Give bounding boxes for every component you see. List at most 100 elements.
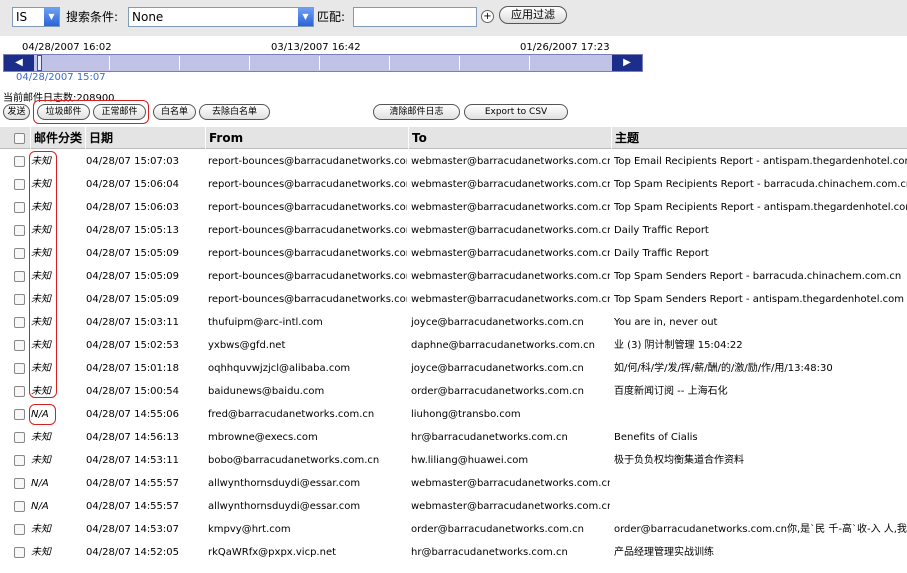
table-row[interactable]: 未知 04/28/07 15:05:13 report-bounces@barrac…	[0, 219, 907, 242]
row-to: joyce@barracudanetworks.com.cn	[411, 363, 584, 374]
row-to: hr@barracudanetworks.com.cn	[411, 547, 568, 558]
match-input[interactable]	[353, 7, 477, 27]
column-to[interactable]: To	[408, 127, 611, 149]
row-checkbox[interactable]	[14, 455, 25, 466]
row-category: 未知	[31, 179, 51, 190]
timeline-start-date: 04/28/2007 16:02	[22, 42, 112, 53]
table-row[interactable]: 未知 04/28/07 14:53:11 bobo@barracudanetwork…	[0, 449, 907, 472]
table-row[interactable]: 未知 04/28/07 15:05:09 report-bounces@barrac…	[0, 242, 907, 265]
row-from: kmpvy@hrt.com	[208, 524, 291, 535]
row-date: 04/28/07 15:07:03	[86, 156, 180, 167]
timeline-right-arrow-icon[interactable]: ▶	[612, 55, 642, 71]
row-subject: Top Spam Recipients Report - antispam.th…	[614, 202, 907, 213]
table-row[interactable]: 未知 04/28/07 15:05:09 report-bounces@barrac…	[0, 265, 907, 288]
row-checkbox[interactable]	[14, 225, 25, 236]
table-row[interactable]: 未知 04/28/07 15:02:53 yxbws@gfd.net daphne@b…	[0, 334, 907, 357]
row-checkbox[interactable]	[14, 156, 25, 167]
table-row[interactable]: 未知 04/28/07 14:52:05 rkQaWRfx@pxpx.vicp.ne…	[0, 541, 907, 564]
row-from: thufuipm@arc-intl.com	[208, 317, 323, 328]
table-row[interactable]: N/A 04/28/07 14:55:06 fred@barracudanetwor…	[0, 403, 907, 426]
timeline-left-arrow-icon[interactable]: ◀	[4, 55, 34, 71]
row-checkbox[interactable]	[14, 179, 25, 190]
row-checkbox[interactable]	[14, 409, 25, 420]
row-checkbox[interactable]	[14, 340, 25, 351]
row-subject: 如/何/科/学/发/挥/薪/酬/的/激/励/作/用/13:48:30	[614, 363, 833, 374]
row-checkbox[interactable]	[14, 202, 25, 213]
table-row[interactable]: 未知 04/28/07 14:56:13 mbrowne@execs.com hr@b…	[0, 426, 907, 449]
row-subject: Top Email Recipients Report - antispam.t…	[614, 156, 907, 167]
column-from[interactable]: From	[205, 127, 408, 149]
row-checkbox[interactable]	[14, 248, 25, 259]
row-date: 04/28/07 14:56:13	[86, 432, 180, 443]
timeline-mid-date: 03/13/2007 16:42	[271, 42, 361, 53]
row-date: 04/28/07 14:55:57	[86, 478, 180, 489]
row-checkbox[interactable]	[14, 501, 25, 512]
table-row[interactable]: 未知 04/28/07 15:05:09 report-bounces@barrac…	[0, 288, 907, 311]
row-subject: 百度新闻订阅 -- 上海石化	[614, 386, 728, 397]
row-checkbox[interactable]	[14, 478, 25, 489]
column-subject[interactable]: 主题	[611, 127, 907, 149]
column-category[interactable]: 邮件分类	[30, 127, 86, 149]
row-category: 未知	[31, 248, 51, 259]
timeline-tick	[179, 56, 180, 70]
row-to: hr@barracudanetworks.com.cn	[411, 432, 568, 443]
row-date: 04/28/07 14:55:06	[86, 409, 180, 420]
row-subject: Daily Traffic Report	[614, 248, 709, 259]
row-checkbox[interactable]	[14, 524, 25, 535]
row-subject: 极于负负权均衡集道合作资料	[614, 455, 744, 466]
match-label: 匹配:	[317, 10, 346, 24]
whitelist-button[interactable]: 白名单	[153, 104, 196, 120]
row-date: 04/28/07 15:05:09	[86, 248, 180, 259]
row-subject: Daily Traffic Report	[614, 225, 709, 236]
row-category: 未知	[31, 363, 51, 374]
table-row[interactable]: 未知 04/28/07 15:00:54 baidunews@baidu.com or…	[0, 380, 907, 403]
timeline-thumb[interactable]	[37, 55, 42, 71]
select-all-checkbox[interactable]	[14, 133, 25, 144]
row-to: webmaster@barracudanetworks.com.cn	[411, 156, 610, 167]
table-row[interactable]: 未知 04/28/07 15:06:03 report-bounces@barrac…	[0, 196, 907, 219]
chevron-down-icon: ▼	[298, 8, 313, 26]
row-from: report-bounces@barracudanetworks.com	[208, 248, 407, 259]
column-date[interactable]: 日期	[85, 127, 206, 149]
condition-select[interactable]: None ▼	[128, 7, 314, 27]
send-button[interactable]: 发送	[3, 104, 30, 120]
table-row[interactable]: N/A 04/28/07 14:55:57 allwynthornsduydi@es…	[0, 472, 907, 495]
row-from: mbrowne@execs.com	[208, 432, 318, 443]
table-row[interactable]: 未知 04/28/07 15:06:04 report-bounces@barrac…	[0, 173, 907, 196]
table-row[interactable]: 未知 04/28/07 15:07:03 report-bounces@barrac…	[0, 150, 907, 173]
row-date: 04/28/07 14:55:57	[86, 501, 180, 512]
row-from: oqhhquvwjzjcl@alibaba.com	[208, 363, 351, 374]
field-select[interactable]: IS ▼	[12, 7, 60, 27]
mark-spam-button[interactable]: 垃圾邮件	[37, 104, 90, 120]
export-csv-button[interactable]: Export to CSV	[464, 104, 568, 120]
row-checkbox[interactable]	[14, 363, 25, 374]
row-checkbox[interactable]	[14, 432, 25, 443]
table-row[interactable]: N/A 04/28/07 14:55:57 allwynthornsduydi@es…	[0, 495, 907, 518]
row-from: allwynthornsduydi@essar.com	[208, 501, 361, 512]
mark-normal-button[interactable]: 正常邮件	[93, 104, 146, 120]
row-date: 04/28/07 15:02:53	[86, 340, 180, 351]
row-to: webmaster@barracudanetworks.com.cn	[411, 271, 610, 282]
clear-logs-button[interactable]: 清除邮件日志	[373, 104, 460, 120]
row-checkbox[interactable]	[14, 386, 25, 397]
row-category: 未知	[31, 271, 51, 282]
row-checkbox[interactable]	[14, 271, 25, 282]
row-category: 未知	[31, 225, 51, 236]
chevron-down-icon: ▼	[44, 8, 59, 26]
remove-whitelist-button[interactable]: 去除白名单	[199, 104, 270, 120]
apply-filter-button[interactable]: 应用过滤	[499, 6, 567, 24]
row-from: rkQaWRfx@pxpx.vicp.net	[208, 547, 337, 558]
table-row[interactable]: 未知 04/28/07 15:03:11 thufuipm@arc-intl.com…	[0, 311, 907, 334]
row-checkbox[interactable]	[14, 547, 25, 558]
row-to: order@barracudanetworks.com.cn	[411, 386, 584, 397]
row-checkbox[interactable]	[14, 294, 25, 305]
add-condition-button[interactable]: +	[481, 10, 494, 23]
row-subject: 产品经理管理实战训练	[614, 547, 714, 558]
timeline-tick	[319, 56, 320, 70]
timeline-slider[interactable]: ◀ ▶	[3, 54, 643, 72]
row-to: webmaster@barracudanetworks.com.cn	[411, 202, 610, 213]
table-row[interactable]: 未知 04/28/07 14:53:07 kmpvy@hrt.com order@ba…	[0, 518, 907, 541]
table-row[interactable]: 未知 04/28/07 15:01:18 oqhhquvwjzjcl@alibaba…	[0, 357, 907, 380]
row-from: report-bounces@barracudanetworks.com	[208, 202, 407, 213]
row-checkbox[interactable]	[14, 317, 25, 328]
